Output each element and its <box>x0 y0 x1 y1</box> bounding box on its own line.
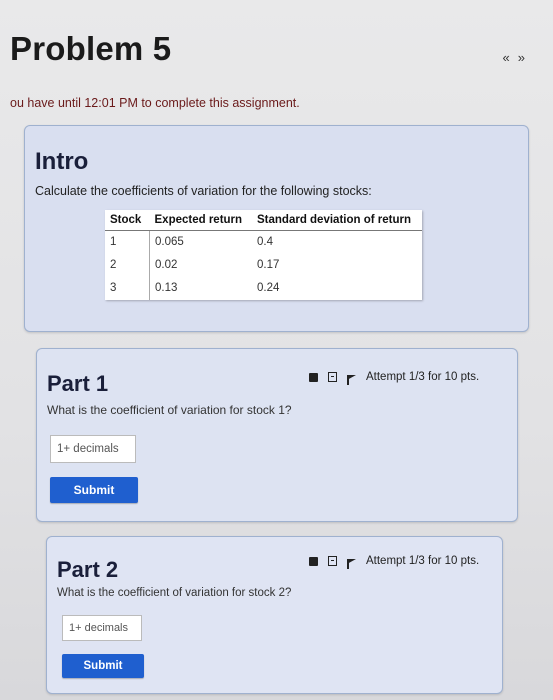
book-icon[interactable] <box>328 372 337 382</box>
table-row: 1 0.065 0.4 <box>105 230 422 254</box>
table-row: 2 0.02 0.17 <box>105 254 422 277</box>
table-cell: 0.13 <box>155 282 178 294</box>
intro-heading: Intro <box>35 148 89 175</box>
part2-panel: Part 2 Attempt 1/3 for 10 pts. What is t… <box>46 536 503 694</box>
part2-question: What is the coefficient of variation for… <box>57 587 292 599</box>
table-cell: 0.065 <box>155 236 184 248</box>
table-header-std-dev: Standard deviation of return <box>252 210 422 231</box>
part1-question: What is the coefficient of variation for… <box>47 403 292 417</box>
intro-text: Calculate the coefficients of variation … <box>35 184 372 198</box>
page-title: Problem 5 <box>10 30 172 67</box>
part1-attempt: Attempt 1/3 for 10 pts. <box>366 371 480 383</box>
flag-icon[interactable] <box>347 558 356 569</box>
book-icon[interactable] <box>328 556 337 566</box>
table-header-expected-return: Expected return <box>149 210 252 231</box>
stop-icon[interactable] <box>309 372 318 382</box>
table-cell: 3 <box>105 277 150 300</box>
problem-nav: « » <box>503 50 525 65</box>
part2-answer-input[interactable]: 1+ decimals <box>62 615 142 641</box>
part2-heading: Part 2 <box>57 557 119 582</box>
intro-panel: Intro Calculate the coefficients of vari… <box>24 125 529 332</box>
table-header-row: Stock Expected return Standard deviation… <box>105 210 422 231</box>
table-cell: 2 <box>105 254 150 277</box>
part1-submit-button[interactable]: Submit <box>50 477 138 503</box>
stocks-table: Stock Expected return Standard deviation… <box>105 210 422 300</box>
part1-answer-input[interactable]: 1+ decimals <box>50 435 136 463</box>
part2-submit-button[interactable]: Submit <box>62 654 144 678</box>
part1-heading: Part 1 <box>47 371 109 396</box>
part1-meta: Attempt 1/3 for 10 pts. <box>309 371 480 385</box>
flag-icon[interactable] <box>347 374 356 385</box>
table-header-stock: Stock <box>105 210 150 231</box>
double-chevron-left-icon[interactable]: « <box>503 50 510 65</box>
part2-meta: Attempt 1/3 for 10 pts. <box>309 555 480 569</box>
part1-panel: Part 1 Attempt 1/3 for 10 pts. What is t… <box>36 348 518 522</box>
due-notice: ou have until 12:01 PM to complete this … <box>10 96 300 110</box>
table-cell: 0.24 <box>257 282 280 294</box>
double-chevron-right-icon[interactable]: » <box>518 50 525 65</box>
stop-icon[interactable] <box>309 556 318 566</box>
table-row: 3 0.13 0.24 <box>105 277 422 300</box>
table-cell: 1 <box>105 230 150 254</box>
part2-attempt: Attempt 1/3 for 10 pts. <box>366 555 480 567</box>
table-cell: 0.4 <box>257 236 273 248</box>
table-cell: 0.02 <box>155 259 178 271</box>
table-cell: 0.17 <box>257 259 280 271</box>
